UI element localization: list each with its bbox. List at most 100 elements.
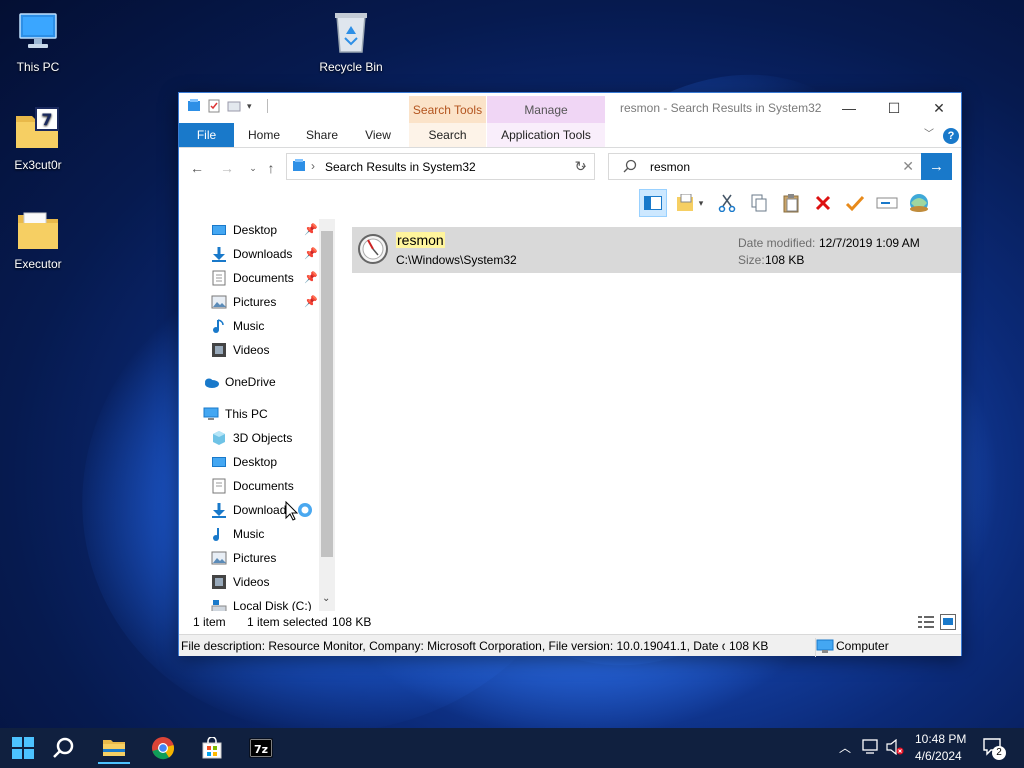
folder-icon: [14, 205, 62, 253]
address-path: Search Results in System32: [325, 160, 476, 174]
select-all-icon[interactable]: [841, 189, 869, 217]
tab-view[interactable]: View: [355, 123, 401, 147]
forward-button[interactable]: →: [217, 157, 237, 179]
result-name: resmon: [396, 232, 445, 248]
busy-cursor-icon: [285, 500, 312, 527]
nav-item-pictures[interactable]: Pictures: [211, 291, 276, 313]
network-icon[interactable]: [862, 739, 880, 758]
music-icon: [211, 526, 227, 542]
downloads-icon: [211, 502, 227, 518]
properties-icon[interactable]: [207, 99, 221, 113]
tab-application-tools[interactable]: Application Tools: [487, 123, 605, 147]
refresh-button[interactable]: ↻: [567, 153, 595, 180]
file-explorer-icon[interactable]: [98, 732, 130, 764]
chrome-icon[interactable]: [147, 732, 179, 764]
tab-file[interactable]: File: [179, 123, 234, 147]
desktop-icon-this-pc[interactable]: This PC: [0, 8, 76, 74]
desktop-icon-ex3cut0r[interactable]: 7 Ex3cut0r: [0, 106, 76, 172]
navigation-pane[interactable]: Desktop 📌 Downloads 📌 Documents 📌 Pictur…: [179, 219, 335, 611]
nav-item-local-disk[interactable]: Local Disk (C:): [211, 595, 312, 611]
desktop-icon-recycle-bin[interactable]: Recycle Bin: [313, 8, 389, 74]
expand-ribbon-icon[interactable]: ﹀: [920, 123, 938, 147]
up-button[interactable]: ↑: [261, 157, 281, 179]
desktop-icon-executor[interactable]: Executor: [0, 205, 76, 271]
nav-label: OneDrive: [225, 375, 276, 389]
start-icon[interactable]: [7, 732, 39, 764]
desktop-icon: [211, 222, 227, 238]
nav-item-documents[interactable]: Documents: [211, 267, 294, 289]
store-icon[interactable]: [196, 732, 228, 764]
search-query: resmon: [650, 160, 691, 174]
7zip-icon[interactable]: 7z: [245, 732, 277, 764]
network-icon[interactable]: [905, 189, 933, 217]
nav-pane-scrollbar[interactable]: ⌄: [319, 219, 335, 611]
clock-time[interactable]: 10:48 PM: [915, 732, 966, 746]
nav-item-this-pc[interactable]: This PC: [203, 403, 268, 425]
nav-item-music[interactable]: Music: [211, 315, 264, 337]
details-bar: File description: Resource Monitor, Comp…: [179, 634, 961, 657]
search-icon[interactable]: [47, 732, 79, 764]
nav-item-downloads[interactable]: Downloads: [211, 243, 292, 265]
nav-item-downloads-pc[interactable]: Downloads: [211, 499, 292, 521]
nav-item-music-pc[interactable]: Music: [211, 523, 264, 545]
back-button[interactable]: ←: [187, 157, 207, 179]
show-hidden-icons-icon[interactable]: ︿: [839, 739, 851, 756]
zone-computer-icon: [815, 638, 834, 657]
pin-icon: 📌: [304, 224, 318, 236]
minimize-button[interactable]: —: [826, 93, 872, 123]
desktop-icon-label: Ex3cut0r: [14, 158, 62, 172]
clock-date[interactable]: 4/6/2024: [915, 749, 962, 763]
close-button[interactable]: ✕: [916, 93, 962, 123]
search-input[interactable]: resmon ✕: [608, 153, 923, 180]
details-size: 108 KB: [729, 639, 769, 653]
large-icons-view-icon[interactable]: [940, 614, 956, 633]
customize-qat-icon[interactable]: ▾: [247, 99, 261, 113]
file-list[interactable]: resmon C:\Windows\System32 Date modified…: [335, 219, 961, 611]
nav-item-documents-pc[interactable]: Documents: [211, 475, 294, 497]
nav-item-desktop-pc[interactable]: Desktop: [211, 451, 277, 473]
nav-label: Videos: [233, 575, 270, 589]
nav-item-desktop[interactable]: Desktop: [211, 219, 277, 241]
scrollbar-thumb[interactable]: [321, 231, 333, 557]
tab-search[interactable]: Search: [409, 123, 486, 147]
file-explorer-window[interactable]: ▾ Search Tools Manage resmon - Search Re…: [178, 92, 962, 657]
cut-icon[interactable]: [713, 189, 741, 217]
details-view-icon[interactable]: [918, 615, 934, 632]
tab-share[interactable]: Share: [297, 123, 347, 147]
recent-locations-button[interactable]: ⌄: [243, 157, 263, 179]
title-bar[interactable]: ▾ Search Tools Manage resmon - Search Re…: [179, 93, 962, 124]
nav-item-videos-pc[interactable]: Videos: [211, 571, 269, 593]
address-bar[interactable]: › Search Results in System32 ⌄: [286, 153, 595, 180]
clear-search-icon[interactable]: ✕: [902, 158, 914, 175]
nav-item-videos[interactable]: Videos: [211, 339, 269, 361]
nav-item-3d-objects[interactable]: 3D Objects: [211, 427, 292, 449]
item-count: 1 item: [193, 615, 226, 629]
search-go-button[interactable]: →: [921, 153, 952, 180]
help-icon[interactable]: ?: [942, 123, 960, 147]
rename-icon[interactable]: [873, 189, 901, 217]
tab-home[interactable]: Home: [241, 123, 287, 147]
downloads-icon: [211, 246, 227, 262]
nav-item-onedrive[interactable]: OneDrive: [203, 371, 276, 393]
search-results-icon: [292, 159, 306, 176]
videos-icon: [211, 574, 227, 590]
nav-label: Downloads: [233, 503, 293, 517]
copy-icon[interactable]: [745, 189, 773, 217]
maximize-button[interactable]: ☐: [871, 93, 917, 123]
address-row: ← → ⌄ ↑ › Search Results in System32 ⌄ ↻…: [179, 149, 961, 187]
preview-pane-icon[interactable]: [639, 189, 667, 217]
volume-muted-icon[interactable]: [886, 738, 904, 758]
new-folder-icon[interactable]: [227, 99, 241, 113]
nav-label: Pictures: [233, 295, 277, 309]
paste-icon[interactable]: [777, 189, 805, 217]
status-bar: 1 item 1 item selected 108 KB: [179, 611, 961, 633]
nav-item-pictures-pc[interactable]: Pictures: [211, 547, 276, 569]
selected-size: 108 KB: [332, 615, 372, 629]
search-result-item[interactable]: resmon C:\Windows\System32 Date modified…: [352, 227, 961, 273]
scroll-down-icon[interactable]: ⌄: [322, 593, 330, 604]
pin-icon: 📌: [304, 296, 318, 308]
delete-icon[interactable]: [809, 189, 837, 217]
selected-count: 1 item selected: [247, 615, 328, 629]
new-item-icon[interactable]: ▾: [671, 189, 709, 217]
computer-icon: [14, 8, 62, 56]
